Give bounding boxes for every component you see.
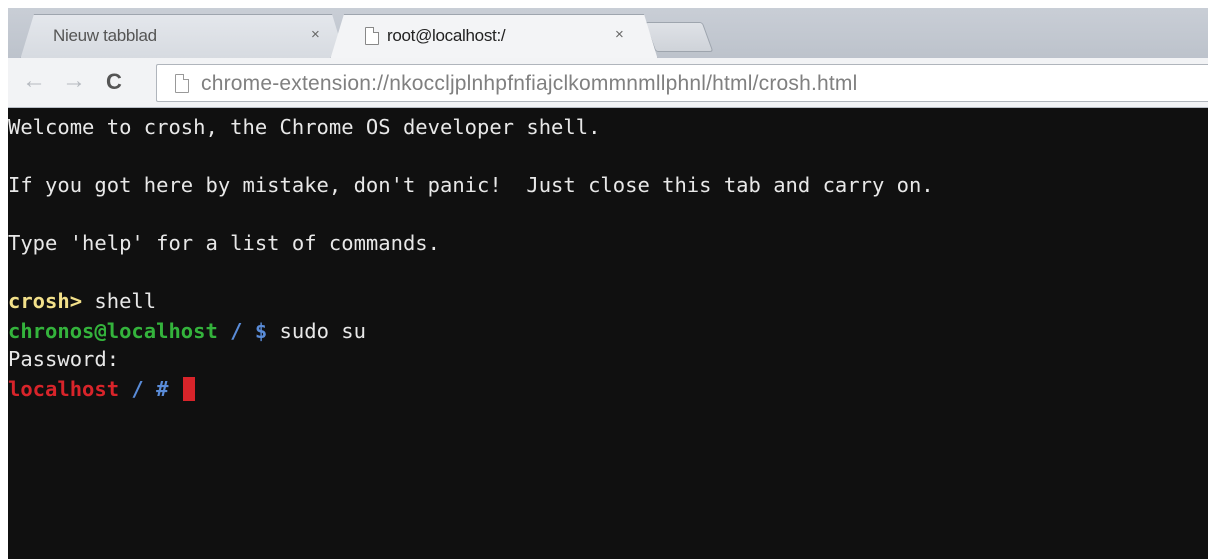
- welcome-line: Welcome to crosh, the Chrome OS develope…: [8, 115, 601, 139]
- root-prompt-line[interactable]: localhost / #: [8, 376, 195, 402]
- chronos-prompt-user: chronos@localhost: [8, 319, 218, 343]
- page-icon: [175, 74, 189, 93]
- address-bar[interactable]: chrome-extension://nkoccljplnhpfnfiajclk…: [156, 64, 1208, 102]
- help-line: Type 'help' for a list of commands.: [8, 231, 440, 255]
- terminal-cursor: [182, 377, 195, 401]
- tab-strip: Nieuw tabblad × root@localhost:/ ×: [0, 0, 1208, 60]
- password-line: Password:: [8, 347, 120, 371]
- root-prompt-host: localhost: [8, 377, 120, 401]
- close-icon[interactable]: ×: [311, 26, 320, 43]
- reload-button[interactable]: C: [106, 69, 122, 95]
- crosh-command: shell: [82, 289, 157, 313]
- tab-title: Nieuw tabblad: [53, 26, 157, 45]
- chronos-prompt-path: / $: [217, 319, 268, 343]
- page-icon: [365, 27, 379, 45]
- chronos-command: sudo su: [267, 319, 366, 343]
- terminal[interactable]: Welcome to crosh, the Chrome OS develope…: [8, 108, 1208, 559]
- chronos-command-line: chronos@localhost / $ sudo su: [8, 318, 366, 344]
- crosh-command-line: crosh> shell: [8, 288, 156, 314]
- tab-title: root@localhost:/: [387, 26, 506, 45]
- new-tab-button[interactable]: [644, 22, 714, 52]
- back-button[interactable]: ←: [22, 68, 46, 94]
- tab-terminal[interactable]: root@localhost:/ ×: [330, 14, 658, 60]
- mistake-line: If you got here by mistake, don't panic!…: [8, 173, 934, 197]
- forward-button[interactable]: →: [62, 68, 86, 94]
- crosh-prompt: crosh>: [8, 289, 83, 313]
- browser-toolbar: ← → C chrome-extension://nkoccljplnhpfnf…: [8, 58, 1208, 108]
- close-icon[interactable]: ×: [615, 26, 624, 43]
- tab-new-tab[interactable]: Nieuw tabblad ×: [20, 14, 346, 60]
- url-text[interactable]: chrome-extension://nkoccljplnhpfnfiajclk…: [201, 72, 857, 96]
- root-prompt-path: / #: [119, 377, 169, 401]
